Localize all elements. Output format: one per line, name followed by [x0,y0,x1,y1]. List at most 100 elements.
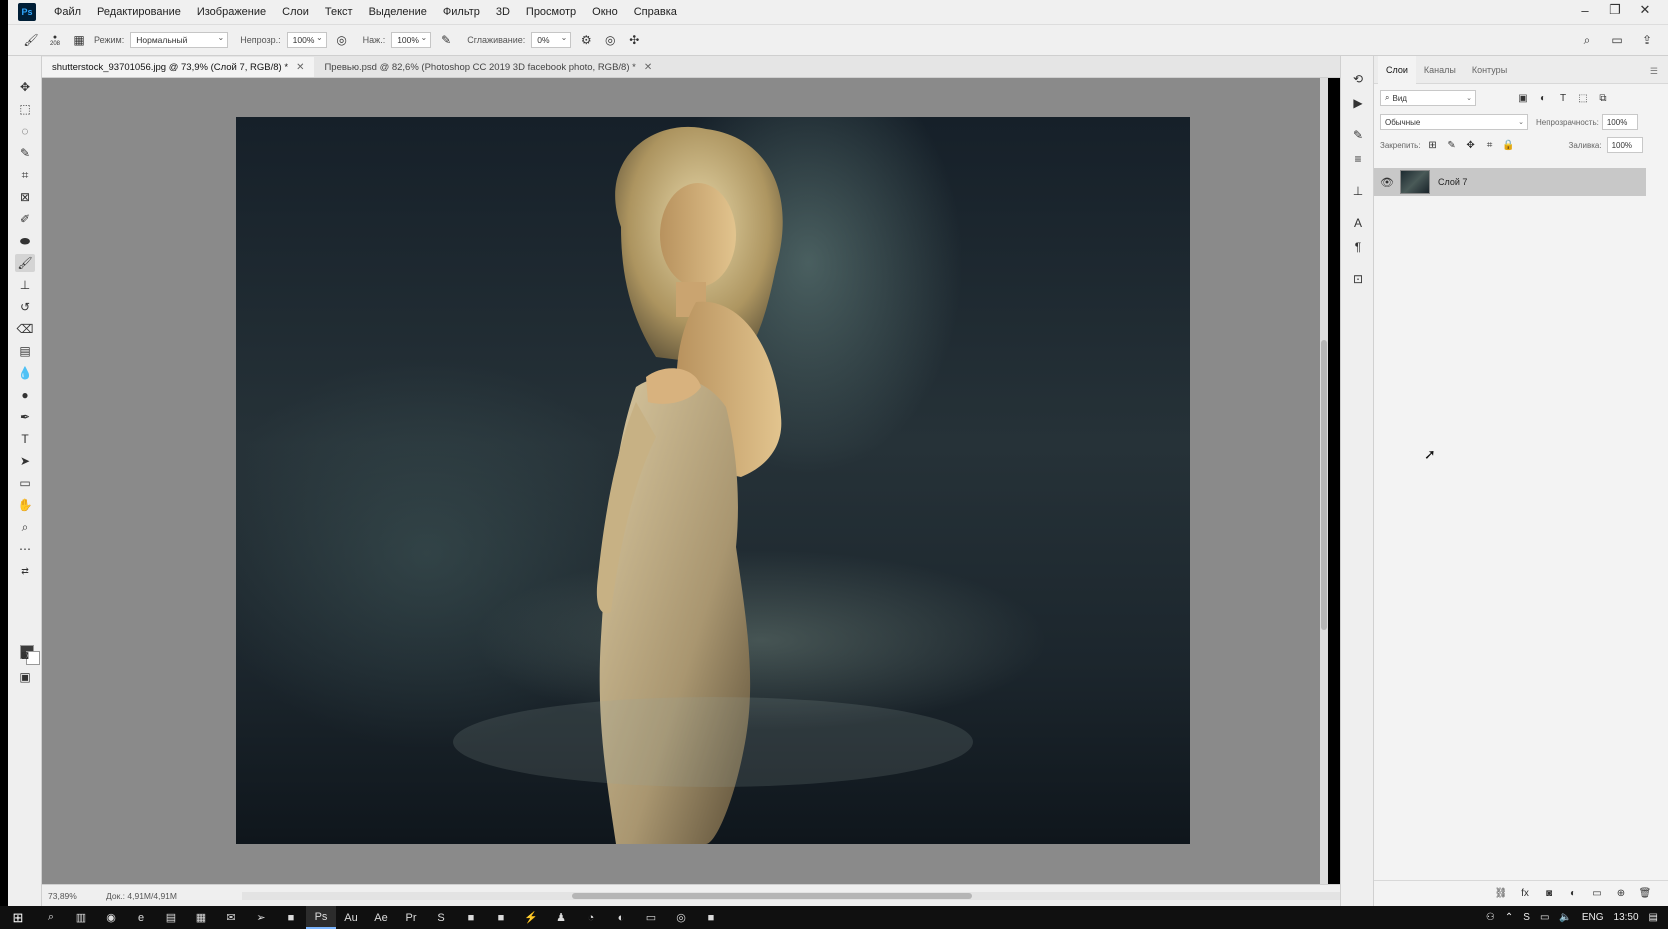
brush-tool-icon[interactable]: 🖌 [22,31,40,49]
workspace-icon[interactable]: ▭ [1608,31,1626,49]
filter-shape-icon[interactable]: ⬚ [1576,91,1590,105]
link-layers-icon[interactable]: ⛓ [1494,887,1508,901]
symmetry-icon[interactable]: ✣ [625,31,643,49]
audition-icon[interactable]: Au [336,906,366,929]
brush-settings-icon[interactable]: ✎ [1349,126,1367,144]
chevron-up-icon[interactable]: ⌃ [1505,912,1513,923]
menu-help[interactable]: Справка [626,0,685,24]
file-explorer-icon[interactable]: ▤ [156,906,186,929]
more-tools-icon[interactable]: ⋯ [15,540,35,558]
pressure-size-icon[interactable]: ◎ [601,31,619,49]
lock-position-icon[interactable]: ✥ [1464,138,1478,152]
notifications-icon[interactable]: ▤ [1649,912,1658,923]
network-icon[interactable]: ▭ [1540,912,1549,923]
eraser-tool-icon[interactable]: ⌫ [15,320,35,338]
quick-select-tool-icon[interactable]: ✎ [15,144,35,162]
volume-icon[interactable]: 🔈 [1559,912,1571,923]
task-view-icon[interactable]: ▥ [66,906,96,929]
menu-window[interactable]: Окно [584,0,626,24]
close-icon[interactable]: ✕ [296,62,304,73]
paragraph-icon[interactable]: ¶ [1349,238,1367,256]
lock-pixels-icon[interactable]: ✎ [1445,138,1459,152]
canvas-area[interactable] [42,78,1328,884]
opacity-field[interactable]: 100% ⌄ [286,32,327,48]
glyphs-icon[interactable]: ⊡ [1349,270,1367,288]
vertical-scroll-thumb[interactable] [1321,340,1327,630]
brush-settings-icon[interactable]: ▦ [70,31,88,49]
chrome-icon[interactable]: ◉ [96,906,126,929]
lock-transparency-icon[interactable]: ⊞ [1426,138,1440,152]
mode-select[interactable]: Нормальный ⌄ [130,32,229,48]
red-app-icon[interactable]: ■ [276,906,306,929]
tab-document-2[interactable]: Превью.psd @ 82,6% (Photoshop CC 2019 3D… [314,57,662,77]
chat-app-icon[interactable]: ◔ [576,906,606,929]
lightning-app-icon[interactable]: ⚡ [516,906,546,929]
tab-document-1[interactable]: shutterstock_93701056.jpg @ 73,9% (Слой … [42,57,315,77]
horizontal-scroll-thumb[interactable] [572,893,972,899]
filter-type-icon[interactable]: T [1556,91,1570,105]
crop-tool-icon[interactable]: ⌗ [15,166,35,184]
layer-style-fx-icon[interactable]: fx [1518,887,1532,901]
zoom-tool-icon[interactable]: ⌕ [15,518,35,536]
flow-field[interactable]: 100% ⌄ [391,32,432,48]
visibility-eye-icon[interactable]: 👁 [1374,176,1400,189]
eyedropper-tool-icon[interactable]: ✐ [15,210,35,228]
quick-mask-icon[interactable]: ◙ [15,646,35,664]
airbrush-icon[interactable]: ✎ [437,31,455,49]
menu-edit[interactable]: Редактирование [89,0,189,24]
menu-select[interactable]: Выделение [361,0,435,24]
close-button[interactable]: ✕ [1630,0,1660,20]
gradient-tool-icon[interactable]: ▤ [15,342,35,360]
screen-mode-icon[interactable]: ▣ [15,668,35,686]
figure-app-icon[interactable]: ♟ [546,906,576,929]
tab-channels[interactable]: Каналы [1416,56,1464,84]
history-icon[interactable]: ⟲ [1349,70,1367,88]
fill-field[interactable]: 100% [1606,137,1643,153]
skype-tray-icon[interactable]: S [1523,912,1530,923]
filter-pixel-icon[interactable]: ▣ [1516,91,1530,105]
share-icon[interactable]: ⇪ [1638,31,1656,49]
trash-icon[interactable]: 🗑 [1638,887,1652,901]
layer-opacity-field[interactable]: 100% [1601,114,1638,130]
yellow-app-icon[interactable]: ■ [696,906,726,929]
panel-menu-icon[interactable]: ☰ [1650,66,1658,77]
firefox-icon[interactable]: ◐ [606,906,636,929]
lock-artboard-icon[interactable]: ⌗ [1483,138,1497,152]
filter-smart-object-icon[interactable]: ⧉ [1596,91,1610,105]
clock[interactable]: 13:50 [1614,912,1639,923]
menu-layers[interactable]: Слои [274,0,317,24]
adjustments-icon[interactable]: ≡ [1349,150,1367,168]
menu-filter[interactable]: Фильтр [435,0,488,24]
layer-filter-select[interactable]: ⌕ Вид ⌄ [1380,90,1476,106]
pressure-opacity-icon[interactable]: ◎ [333,31,351,49]
photoshop-taskbar-icon[interactable]: Ps [306,906,336,929]
horizontal-scrollbar[interactable] [242,892,1342,900]
language-indicator[interactable]: ENG [1582,912,1604,923]
restore-button[interactable]: ❐ [1600,0,1630,20]
new-group-icon[interactable]: ▭ [1590,887,1604,901]
history-brush-tool-icon[interactable]: ↺ [15,298,35,316]
monitor-app-icon[interactable]: ▭ [636,906,666,929]
people-icon[interactable]: ⚇ [1486,912,1495,923]
clone-source-icon[interactable]: ⊥ [1349,182,1367,200]
after-effects-icon[interactable]: Ae [366,906,396,929]
mail-icon[interactable]: ✉ [216,906,246,929]
brush-preset-picker[interactable]: ● 208 [46,31,64,49]
document-image[interactable] [236,117,1190,844]
menu-image[interactable]: Изображение [189,0,274,24]
layer-name[interactable]: Слой 7 [1438,177,1467,187]
rectangle-tool-icon[interactable]: ▭ [15,474,35,492]
store-icon[interactable]: ▦ [186,906,216,929]
search-icon[interactable]: ⌕ [1578,31,1596,49]
edge-icon[interactable]: e [126,906,156,929]
menu-text[interactable]: Текст [317,0,361,24]
menu-view[interactable]: Просмотр [518,0,584,24]
menu-file[interactable]: Файл [46,0,89,24]
globe-app-icon[interactable]: ◎ [666,906,696,929]
brush-tool-icon[interactable]: 🖌 [15,254,35,272]
menu-3d[interactable]: 3D [488,0,518,24]
close-icon[interactable]: ✕ [644,62,652,73]
skype-icon[interactable]: S [426,906,456,929]
green-app-icon[interactable]: ■ [456,906,486,929]
tab-layers[interactable]: Слои [1378,55,1416,84]
